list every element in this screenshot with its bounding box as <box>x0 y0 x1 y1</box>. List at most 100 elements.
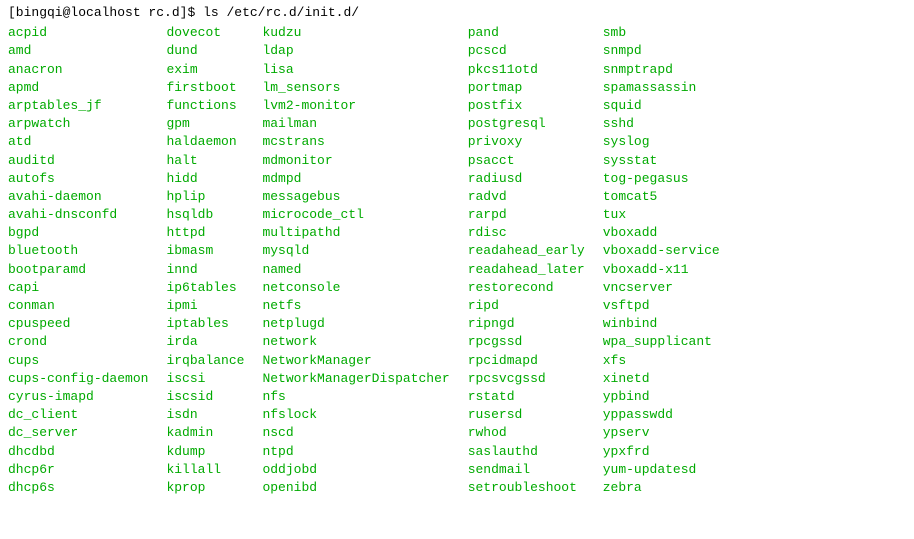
ls-entry: tog-pegasus <box>603 170 720 188</box>
ls-entry: bluetooth <box>8 242 148 260</box>
ls-entry: ldap <box>262 42 449 60</box>
ls-entry: dhcp6r <box>8 461 148 479</box>
ls-entry: vboxadd <box>603 224 720 242</box>
ls-column-3: pandpcscdpkcs11otdportmappostfixpostgres… <box>468 24 585 497</box>
terminal-prompt-line: [bingqi@localhost rc.d]$ ls /etc/rc.d/in… <box>8 4 906 22</box>
ls-entry: lm_sensors <box>262 79 449 97</box>
ls-entry: irda <box>166 333 244 351</box>
ls-entry: dovecot <box>166 24 244 42</box>
ls-entry: mysqld <box>262 242 449 260</box>
ls-entry: openibd <box>262 479 449 497</box>
ls-entry: pand <box>468 24 585 42</box>
ls-entry: ypxfrd <box>603 443 720 461</box>
ls-entry: winbind <box>603 315 720 333</box>
ls-entry: zebra <box>603 479 720 497</box>
ls-entry: microcode_ctl <box>262 206 449 224</box>
ls-column-2: kudzuldaplisalm_sensorslvm2-monitormailm… <box>262 24 449 497</box>
ls-entry: nfslock <box>262 406 449 424</box>
ls-entry: arpwatch <box>8 115 148 133</box>
ls-entry: avahi-dnsconfd <box>8 206 148 224</box>
ls-entry: tux <box>603 206 720 224</box>
ls-entry: ipmi <box>166 297 244 315</box>
ls-entry: isdn <box>166 406 244 424</box>
ls-entry: dc_server <box>8 424 148 442</box>
ls-entry: snmpd <box>603 42 720 60</box>
ls-entry: ypbind <box>603 388 720 406</box>
ls-entry: rpcsvcgssd <box>468 370 585 388</box>
ls-entry: netfs <box>262 297 449 315</box>
ls-entry: squid <box>603 97 720 115</box>
ls-entry: bootparamd <box>8 261 148 279</box>
ls-entry: vncserver <box>603 279 720 297</box>
ls-entry: ibmasm <box>166 242 244 260</box>
ls-entry: ypserv <box>603 424 720 442</box>
ls-entry: snmptrapd <box>603 61 720 79</box>
ls-entry: vsftpd <box>603 297 720 315</box>
ls-entry: rwhod <box>468 424 585 442</box>
ls-entry: irqbalance <box>166 352 244 370</box>
ls-entry: auditd <box>8 152 148 170</box>
ls-entry: httpd <box>166 224 244 242</box>
ls-entry: anacron <box>8 61 148 79</box>
ls-entry: exim <box>166 61 244 79</box>
ls-entry: conman <box>8 297 148 315</box>
ls-entry: pcscd <box>468 42 585 60</box>
ls-entry: dhcp6s <box>8 479 148 497</box>
ls-output-columns: acpidamdanacronapmdarptables_jfarpwatcha… <box>8 24 906 497</box>
ls-entry: setroubleshoot <box>468 479 585 497</box>
ls-entry: lisa <box>262 61 449 79</box>
ls-entry: radiusd <box>468 170 585 188</box>
ls-entry: dhcdbd <box>8 443 148 461</box>
ls-entry: readahead_early <box>468 242 585 260</box>
ls-entry: ripd <box>468 297 585 315</box>
ls-column-0: acpidamdanacronapmdarptables_jfarpwatcha… <box>8 24 148 497</box>
ls-entry: innd <box>166 261 244 279</box>
ls-entry: spamassassin <box>603 79 720 97</box>
ls-entry: xfs <box>603 352 720 370</box>
ls-entry: NetworkManager <box>262 352 449 370</box>
prompt-user-host: [bingqi@localhost rc.d] <box>8 5 187 20</box>
ls-entry: nscd <box>262 424 449 442</box>
ls-column-4: smbsnmpdsnmptrapdspamassassinsquidsshdsy… <box>603 24 720 497</box>
ls-entry: kadmin <box>166 424 244 442</box>
ls-entry: xinetd <box>603 370 720 388</box>
ls-entry: ip6tables <box>166 279 244 297</box>
ls-entry: ntpd <box>262 443 449 461</box>
ls-entry: functions <box>166 97 244 115</box>
ls-entry: sshd <box>603 115 720 133</box>
ls-entry: privoxy <box>468 133 585 151</box>
ls-entry: restorecond <box>468 279 585 297</box>
ls-entry: NetworkManagerDispatcher <box>262 370 449 388</box>
ls-entry: yppasswdd <box>603 406 720 424</box>
ls-entry: oddjobd <box>262 461 449 479</box>
ls-entry: syslog <box>603 133 720 151</box>
ls-entry: tomcat5 <box>603 188 720 206</box>
prompt-symbol: $ <box>187 5 195 20</box>
prompt-command: ls /etc/rc.d/init.d/ <box>203 5 359 20</box>
ls-entry: cpuspeed <box>8 315 148 333</box>
ls-entry: capi <box>8 279 148 297</box>
ls-entry: atd <box>8 133 148 151</box>
ls-entry: readahead_later <box>468 261 585 279</box>
ls-entry: smb <box>603 24 720 42</box>
ls-entry: rdisc <box>468 224 585 242</box>
ls-entry: mdmpd <box>262 170 449 188</box>
ls-entry: iptables <box>166 315 244 333</box>
ls-entry: vboxadd-service <box>603 242 720 260</box>
ls-column-1: dovecotdundeximfirstbootfunctionsgpmhald… <box>166 24 244 497</box>
ls-entry: psacct <box>468 152 585 170</box>
ls-entry: sendmail <box>468 461 585 479</box>
ls-entry: haldaemon <box>166 133 244 151</box>
ls-entry: ripngd <box>468 315 585 333</box>
ls-entry: rarpd <box>468 206 585 224</box>
ls-entry: vboxadd-x11 <box>603 261 720 279</box>
ls-entry: iscsi <box>166 370 244 388</box>
ls-entry: netplugd <box>262 315 449 333</box>
ls-entry: network <box>262 333 449 351</box>
ls-entry: autofs <box>8 170 148 188</box>
ls-entry: firstboot <box>166 79 244 97</box>
ls-entry: avahi-daemon <box>8 188 148 206</box>
ls-entry: postfix <box>468 97 585 115</box>
ls-entry: lvm2-monitor <box>262 97 449 115</box>
ls-entry: apmd <box>8 79 148 97</box>
